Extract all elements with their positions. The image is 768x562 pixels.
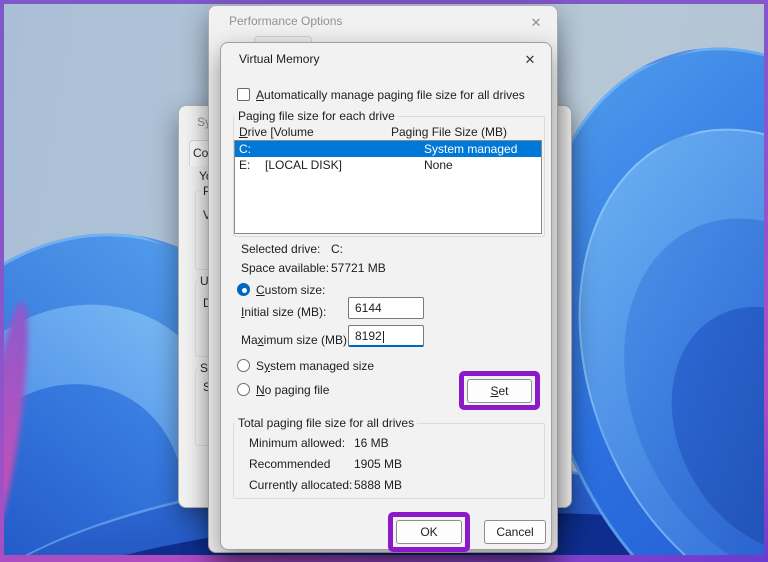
selected-drive-label: Selected drive: (241, 242, 321, 256)
auto-manage-checkbox[interactable] (237, 88, 250, 101)
recommended-value: 1905 MB (354, 457, 403, 471)
system-managed-label: System managed size (256, 359, 375, 373)
paging-file-group-label: Paging file size for each drive (235, 109, 398, 123)
column-header-drive: Drive [Volume (239, 125, 314, 139)
dialog-title: Virtual Memory (239, 52, 320, 66)
close-icon[interactable]: ✕ (527, 14, 545, 32)
system-managed-radio[interactable] (237, 359, 250, 372)
initial-size-label: Initial size (MB): (241, 305, 327, 319)
custom-size-label: Custom size: (256, 283, 326, 297)
no-paging-radio[interactable] (237, 383, 250, 396)
volume-cell: [LOCAL DISK] (265, 158, 342, 172)
selected-drive-value: C: (331, 242, 343, 256)
text-caret (382, 330, 384, 343)
minimum-allowed-label: Minimum allowed: (249, 436, 346, 450)
maximum-size-label: Maximum size (MB): (241, 333, 351, 347)
drive-cell: E: (239, 158, 251, 172)
drive-list: C: System managed E: [LOCAL DISK] None (234, 140, 542, 234)
auto-manage-label: Automatically manage paging file size fo… (256, 88, 525, 102)
custom-size-radio[interactable] (237, 283, 250, 296)
screenshot-frame: Syster ✕ Comp Yo Pe V Us D St S Performa… (0, 0, 768, 562)
size-cell: None (424, 158, 453, 172)
recommended-label: Recommended (249, 457, 331, 471)
currently-allocated-label: Currently allocated: (249, 478, 353, 492)
set-button[interactable]: Set (467, 379, 532, 403)
drive-row-c[interactable]: C: System managed (235, 141, 541, 157)
minimum-allowed-value: 16 MB (354, 436, 389, 450)
cancel-button[interactable]: Cancel (484, 520, 546, 544)
total-group-label: Total paging file size for all drives (235, 416, 418, 430)
close-icon[interactable]: ✕ (521, 51, 539, 69)
no-paging-label: No paging file (256, 383, 330, 397)
drive-cell: C: (239, 142, 251, 156)
window-title: Performance Options (229, 14, 343, 28)
column-header-size: Paging File Size (MB) (391, 125, 508, 139)
currently-allocated-value: 5888 MB (354, 478, 403, 492)
drive-row-e[interactable]: E: [LOCAL DISK] None (235, 157, 541, 173)
space-available-label: Space available: (241, 261, 330, 275)
maximum-size-input[interactable]: 8192 (348, 325, 424, 347)
virtual-memory-dialog: Virtual Memory ✕ Automatically manage pa… (220, 42, 552, 552)
initial-size-input[interactable]: 6144 (348, 297, 424, 319)
size-cell: System managed (424, 142, 518, 156)
ok-button[interactable]: OK (396, 520, 462, 544)
space-available-value: 57721 MB (331, 261, 386, 275)
